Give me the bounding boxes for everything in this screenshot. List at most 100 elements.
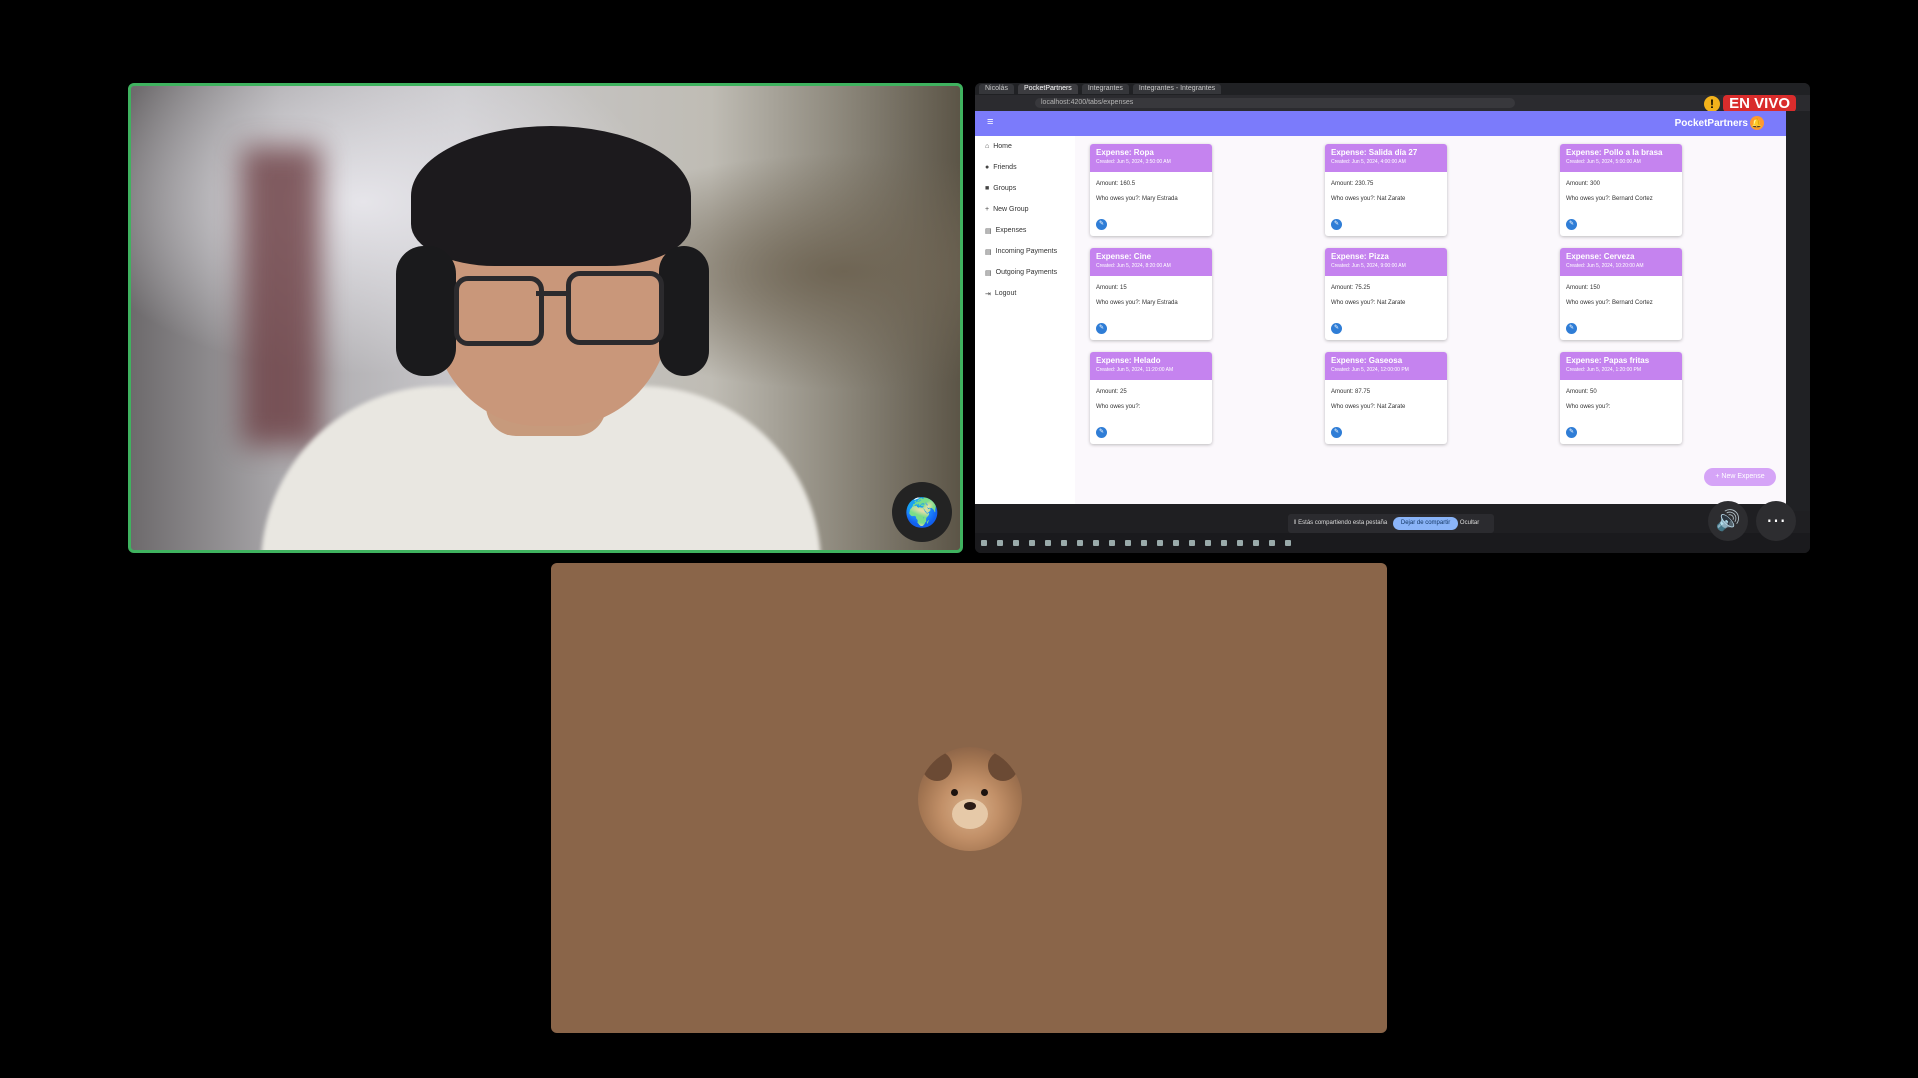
card-header: Expense: Cerveza Created: Jun 5, 2024, 10… — [1560, 248, 1682, 276]
expense-card[interactable]: Expense: Pizza Created: Jun 5, 2024, 9:00… — [1325, 248, 1447, 340]
nav-label: Home — [993, 143, 1012, 150]
expense-card[interactable]: Expense: Papas fritas Created: Jun 5, 202… — [1560, 352, 1682, 444]
screen-share-tile[interactable]: Nicolás PocketPartners Integrantes Integ… — [975, 83, 1810, 553]
card-debtor: Who owes you?: Nat Zarate — [1331, 196, 1406, 202]
card-title: Expense: Gaseosa — [1331, 356, 1403, 365]
card-title: Expense: Pollo a la brasa — [1566, 148, 1663, 157]
notification-icon[interactable]: 🔔 — [1750, 116, 1764, 130]
taskbar-icon[interactable] — [1013, 540, 1019, 546]
card-header: Expense: Cine Created: Jun 5, 2024, 8:20:… — [1090, 248, 1212, 276]
edit-icon[interactable]: ✎ — [1331, 219, 1342, 230]
expense-card[interactable]: Expense: Cerveza Created: Jun 5, 2024, 10… — [1560, 248, 1682, 340]
card-debtor: Who owes you?: — [1566, 404, 1611, 410]
nav-label: Groups — [993, 185, 1017, 192]
avatar-eye-left — [951, 789, 958, 796]
card-body: Amount: 25 Who owes you?: — [1090, 380, 1212, 420]
more-options-icon[interactable]: ⋯ — [1756, 501, 1796, 541]
browser-tab[interactable]: PocketPartners — [1017, 84, 1078, 94]
card-body: Amount: 160.5 Who owes you?: Mary Estrada — [1090, 172, 1212, 212]
card-date: Created: Jun 5, 2024, 11:20:00 AM — [1096, 367, 1174, 373]
card-title: Expense: Helado — [1096, 356, 1161, 365]
nav-item-logout[interactable]: ⇥ Logout — [975, 283, 1075, 304]
card-title: Expense: Papas fritas — [1566, 356, 1650, 365]
person-hair — [411, 126, 691, 266]
browser-tab[interactable]: Integrantes - Integrantes — [1132, 84, 1222, 94]
taskbar-icon[interactable] — [1093, 540, 1099, 546]
card-body: Amount: 230.75 Who owes you?: Nat Zarate — [1325, 172, 1447, 212]
taskbar-icon[interactable] — [1269, 540, 1275, 546]
card-amount: Amount: 50 — [1566, 389, 1597, 395]
edit-icon[interactable]: ✎ — [1566, 323, 1577, 334]
edit-icon[interactable]: ✎ — [1331, 427, 1342, 438]
taskbar-icon[interactable] — [1285, 540, 1291, 546]
expense-card[interactable]: Expense: Cine Created: Jun 5, 2024, 8:20:… — [1090, 248, 1212, 340]
taskbar-icon[interactable] — [1045, 540, 1051, 546]
glasses-lens-right — [566, 271, 664, 345]
expense-card[interactable]: Expense: Gaseosa Created: Jun 5, 2024, 12… — [1325, 352, 1447, 444]
edit-icon[interactable]: ✎ — [1331, 323, 1342, 334]
url-field[interactable]: localhost:4200/tabs/expenses — [1035, 98, 1515, 108]
participant-badge-icon[interactable]: 🌍 — [892, 482, 952, 542]
speaker-icon[interactable]: 🔊 — [1708, 501, 1748, 541]
taskbar-icon[interactable] — [1141, 540, 1147, 546]
nav-label: Expenses — [995, 227, 1027, 234]
nav-item-friends[interactable]: ● Friends — [975, 157, 1075, 178]
edit-icon[interactable]: ✎ — [1096, 427, 1107, 438]
taskbar-icon[interactable] — [1157, 540, 1163, 546]
glasses-lens-left — [454, 276, 544, 346]
taskbar-icon[interactable] — [1061, 540, 1067, 546]
hide-button[interactable]: Ocultar — [1460, 520, 1479, 526]
taskbar-icon[interactable] — [1109, 540, 1115, 546]
card-debtor: Who owes you?: — [1096, 404, 1141, 410]
card-body: Amount: 50 Who owes you?: — [1560, 380, 1682, 420]
browser-tab-strip: Nicolás PocketPartners Integrantes Integ… — [975, 83, 1810, 95]
card-date: Created: Jun 5, 2024, 10:20:00 AM — [1566, 263, 1644, 269]
start-icon[interactable] — [981, 540, 987, 546]
edit-icon[interactable]: ✎ — [1096, 219, 1107, 230]
card-header: Expense: Salida día 27 Created: Jun 5, 20… — [1325, 144, 1447, 172]
taskbar-icon[interactable] — [997, 540, 1003, 546]
app-toolbar: ≡ PocketPartners 🔔 — [975, 111, 1786, 136]
edit-icon[interactable]: ✎ — [1566, 427, 1577, 438]
card-debtor: Who owes you?: Nat Zarate — [1331, 300, 1406, 306]
plus-icon: + — [985, 206, 990, 213]
card-amount: Amount: 87.75 — [1331, 389, 1371, 395]
receipt-icon: ▤ — [985, 269, 992, 277]
nav-item-incoming-payments[interactable]: ▤ Incoming Payments — [975, 241, 1075, 262]
nav-item-new-group[interactable]: + New Group — [975, 199, 1075, 220]
taskbar-icon[interactable] — [1253, 540, 1259, 546]
taskbar-icon[interactable] — [1125, 540, 1131, 546]
avatar-tile[interactable] — [551, 563, 1387, 1033]
taskbar-icon[interactable] — [1237, 540, 1243, 546]
expense-card[interactable]: Expense: Helado Created: Jun 5, 2024, 11:… — [1090, 352, 1212, 444]
stop-sharing-button[interactable]: Dejar de compartir — [1392, 517, 1459, 530]
new-expense-button[interactable]: + New Expense — [1704, 468, 1776, 486]
taskbar-icon[interactable] — [1205, 540, 1211, 546]
logout-icon: ⇥ — [985, 290, 991, 298]
card-date: Created: Jun 5, 2024, 9:00:00 AM — [1331, 263, 1406, 269]
edit-icon[interactable]: ✎ — [1566, 219, 1577, 230]
browser-tab[interactable]: Integrantes — [1081, 84, 1129, 94]
menu-icon[interactable]: ≡ — [987, 116, 993, 128]
nav-item-groups[interactable]: ■ Groups — [975, 178, 1075, 199]
nav-item-outgoing-payments[interactable]: ▤ Outgoing Payments — [975, 262, 1075, 283]
expense-card[interactable]: Expense: Pollo a la brasa Created: Jun 5,… — [1560, 144, 1682, 236]
webcam-tile[interactable]: 🌍 — [128, 83, 963, 553]
headphone-right — [659, 246, 709, 376]
edit-icon[interactable]: ✎ — [1096, 323, 1107, 334]
card-title: Expense: Ropa — [1096, 148, 1154, 157]
nav-item-home[interactable]: ⌂ Home — [975, 136, 1075, 157]
taskbar-icon[interactable] — [1029, 540, 1035, 546]
card-header: Expense: Pizza Created: Jun 5, 2024, 9:00… — [1325, 248, 1447, 276]
taskbar-icon[interactable] — [1221, 540, 1227, 546]
nav-item-expenses[interactable]: ▤ Expenses — [975, 220, 1075, 241]
warning-icon[interactable]: ! — [1704, 96, 1720, 112]
browser-tab[interactable]: Nicolás — [979, 84, 1014, 94]
nav-label: Outgoing Payments — [995, 269, 1058, 276]
card-amount: Amount: 25 — [1096, 389, 1127, 395]
expense-card[interactable]: Expense: Salida día 27 Created: Jun 5, 20… — [1325, 144, 1447, 236]
taskbar-icon[interactable] — [1077, 540, 1083, 546]
taskbar-icon[interactable] — [1173, 540, 1179, 546]
expense-card[interactable]: Expense: Ropa Created: Jun 5, 2024, 3:50:… — [1090, 144, 1212, 236]
taskbar-icon[interactable] — [1189, 540, 1195, 546]
